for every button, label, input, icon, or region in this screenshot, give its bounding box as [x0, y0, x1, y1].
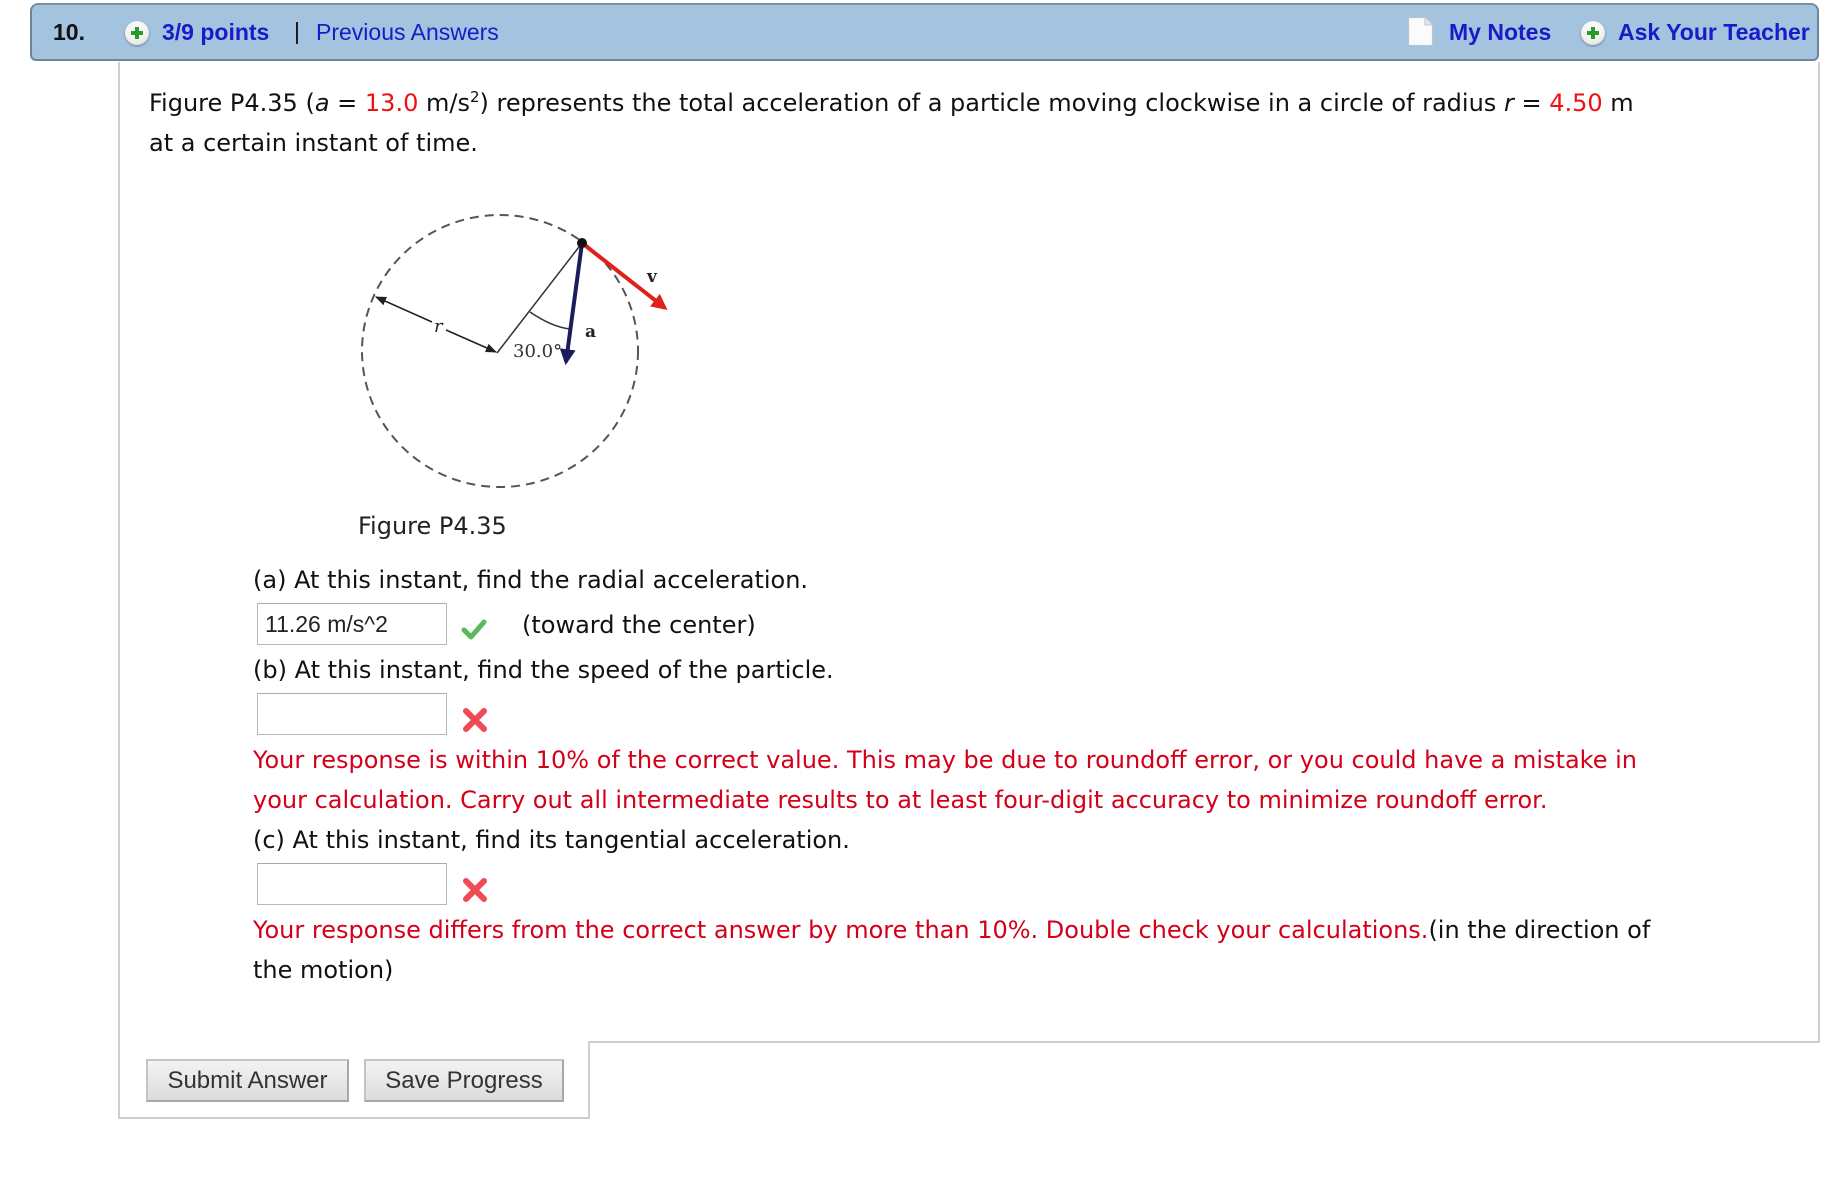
radius-unit: m — [1602, 89, 1634, 117]
unit-exponent: 2 — [469, 88, 480, 106]
panel-border-right — [1818, 62, 1820, 1042]
ask-your-teacher-link[interactable]: Ask Your Teacher — [1618, 19, 1810, 46]
x-icon — [463, 878, 487, 902]
part-b-feedback-line2: your calculation. Carry out all intermed… — [253, 786, 1548, 814]
part-a-answer-input[interactable] — [257, 603, 447, 645]
acceleration-unit: m/s — [418, 89, 470, 117]
r-symbol: r — [1503, 89, 1514, 117]
acceleration-label: a — [585, 322, 596, 342]
r-arrow-right — [445, 329, 498, 353]
panel-border-left — [118, 62, 120, 1119]
equals-sign: = — [1513, 89, 1550, 117]
part-c-feedback: Your response differs from the correct a… — [253, 916, 1429, 944]
panel-border-step — [590, 1041, 1820, 1043]
radius-label: r — [434, 316, 444, 337]
velocity-label: v — [646, 267, 658, 287]
angle-label: 30.0° — [513, 341, 562, 362]
part-b-answer-input[interactable] — [257, 693, 447, 735]
part-b-label: (b) At this instant, find the speed of t… — [253, 656, 834, 684]
particle-dot — [577, 238, 587, 248]
r-arrow-left — [374, 296, 433, 323]
check-icon — [461, 619, 487, 640]
previous-answers-link[interactable]: Previous Answers — [316, 19, 499, 46]
a-symbol: a — [314, 89, 330, 117]
panel-border-step-vertical — [588, 1041, 590, 1119]
angle-arc — [529, 311, 571, 330]
part-c-feedback-line1: Your response differs from the correct a… — [253, 916, 1650, 944]
part-c-answer-input[interactable] — [257, 863, 447, 905]
note-page-icon[interactable] — [1407, 16, 1434, 47]
my-notes-link[interactable]: My Notes — [1449, 19, 1551, 46]
part-c-direction-line2: the motion) — [253, 956, 394, 984]
figure-caption: Figure P4.35 — [358, 512, 507, 540]
part-a-direction: (toward the center) — [522, 611, 756, 639]
submit-answer-button[interactable]: Submit Answer — [146, 1059, 349, 1102]
part-c-label: (c) At this instant, find its tangential… — [253, 826, 850, 854]
part-b-feedback-line1: Your response is within 10% of the corre… — [253, 746, 1637, 774]
equals-sign: = — [329, 89, 365, 117]
problem-statement-line1: Figure P4.35 (a = 13.0 m/s2) represents … — [149, 89, 1634, 117]
figure-p4-35: r 30.0° a v — [361, 214, 668, 488]
part-a-label: (a) At this instant, find the radial acc… — [253, 566, 809, 594]
radius-value: 4.50 — [1549, 89, 1603, 117]
x-icon — [463, 708, 487, 732]
question-number: 10. — [53, 19, 85, 45]
panel-border-bottom — [118, 1117, 590, 1119]
points-link[interactable]: 3/9 points — [162, 19, 269, 46]
acceleration-value: 13.0 — [364, 89, 419, 117]
part-c-direction: (in the direction of — [1428, 916, 1651, 944]
problem-text: ) represents the total acceleration of a… — [479, 89, 1504, 117]
problem-statement-line2: at a certain instant of time. — [149, 129, 478, 157]
problem-text: Figure P4.35 ( — [149, 89, 315, 117]
plus-circle-icon[interactable] — [125, 21, 149, 45]
header-separator: | — [294, 18, 300, 44]
plus-circle-icon[interactable] — [1581, 21, 1605, 45]
save-progress-button[interactable]: Save Progress — [364, 1059, 564, 1102]
